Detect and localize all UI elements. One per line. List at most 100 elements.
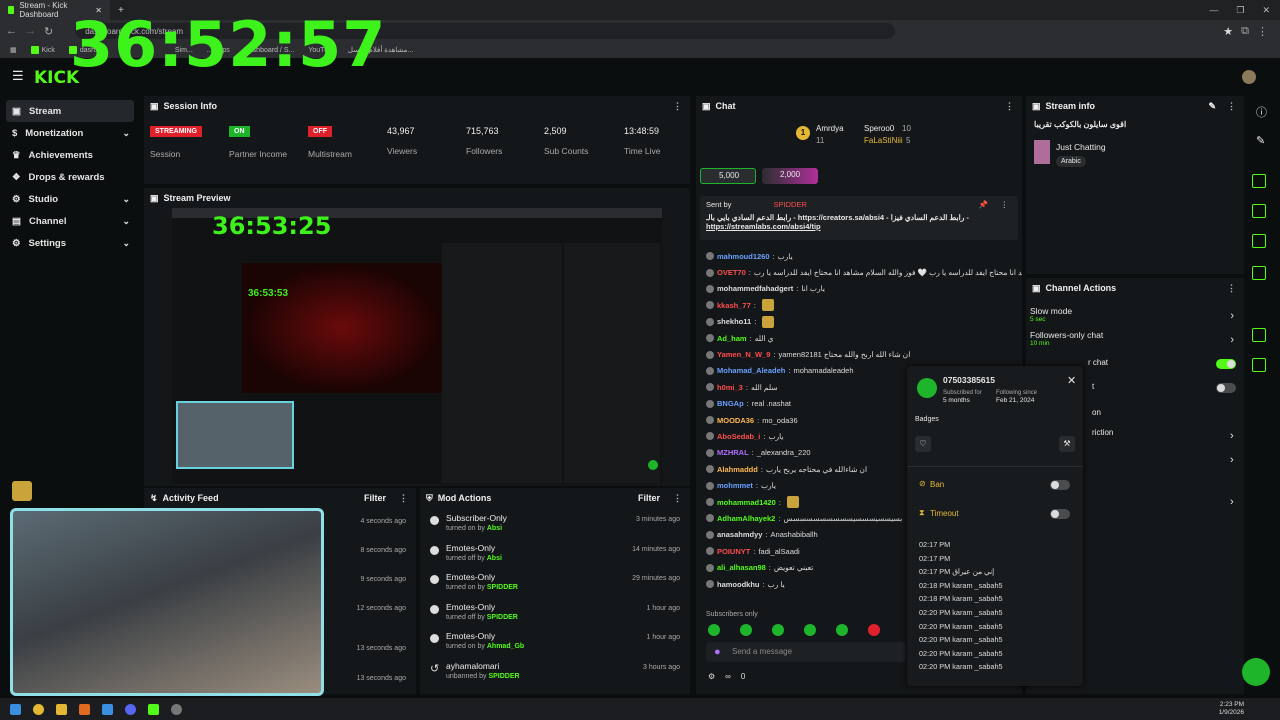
more-icon[interactable]: ⋮ [673, 101, 682, 112]
settings-icon[interactable]: ⚙ [708, 672, 715, 681]
chat-text: يارب [760, 481, 776, 491]
chat-username[interactable]: mohammedfahadgert [717, 284, 793, 293]
ban-toggle[interactable] [1050, 480, 1070, 490]
mod-button[interactable]: ⚒ [1059, 436, 1075, 452]
forward-icon[interactable]: → [25, 25, 36, 37]
pin-icon[interactable]: 📌 [979, 200, 988, 209]
chat-username[interactable]: kkash_77 [717, 301, 751, 310]
discord-icon[interactable] [125, 703, 136, 715]
chevron-right-icon[interactable]: › [1230, 454, 1234, 466]
chrome-icon[interactable] [33, 703, 44, 715]
extensions-icon[interactable]: ⧉ [1241, 25, 1249, 38]
action-row-6[interactable]: riction [1092, 428, 1113, 437]
chat-username[interactable]: Mohamad_Aleadeh [717, 366, 785, 375]
lightning-icon[interactable] [1252, 204, 1266, 218]
timeout-toggle[interactable] [1050, 509, 1070, 519]
user-avatar [917, 378, 937, 398]
gift-pill-a[interactable]: 5,000 [700, 168, 756, 184]
info-icon[interactable]: ⓘ [1256, 104, 1267, 120]
pinned-link[interactable]: https://streamlabs.com/absi4/tip [706, 222, 1012, 231]
chat-username[interactable]: MOODA36 [717, 416, 754, 425]
more-icon[interactable]: ⋮ [1227, 283, 1236, 294]
sidebar-item-drops[interactable]: ❖ Drops & rewards [0, 166, 140, 188]
chat-username[interactable]: Ad_ham [717, 334, 747, 343]
more-icon[interactable]: ⋮ [1227, 101, 1236, 112]
maximize-icon[interactable]: ❐ [1236, 5, 1244, 16]
chat-username[interactable]: BNGAp [717, 399, 744, 408]
chat-username[interactable]: anasahmdyy [717, 530, 762, 539]
stream-video[interactable]: 36:53:25 36:53:53 [172, 208, 662, 484]
chat-username[interactable]: ali_alhasan98 [717, 563, 766, 572]
user-avatar-icon [706, 432, 714, 441]
toggle-switch[interactable] [1216, 359, 1236, 369]
chat-bubble-icon[interactable] [1252, 266, 1266, 280]
close-icon[interactable]: ✕ [1067, 374, 1076, 387]
bookmark[interactable]: Kick [30, 46, 55, 54]
obs-icon[interactable] [171, 703, 182, 715]
chat-username[interactable]: OVET70 [717, 268, 746, 277]
app-icon[interactable] [148, 703, 159, 715]
chevron-right-icon[interactable]: › [1230, 430, 1234, 442]
more-icon[interactable]: ⋮ [1001, 200, 1009, 209]
chat-username[interactable]: mahmoud1260 [717, 252, 770, 261]
filter-button[interactable]: Filter [638, 493, 660, 503]
chat-username[interactable]: shekho11 [717, 317, 751, 326]
sidebar-item-monetization[interactable]: $ Monetization ⌄ [0, 122, 140, 144]
edit-icon[interactable]: ✎ [1256, 134, 1265, 147]
chat-username[interactable]: POIUNYT [717, 547, 750, 556]
heart-button[interactable]: ♡ [915, 436, 931, 452]
panel-toggle-icon[interactable] [1252, 174, 1266, 188]
chat-input[interactable]: Send a message [706, 642, 906, 662]
filter-button[interactable]: Filter [364, 493, 386, 503]
menu-icon[interactable]: ⋮ [1257, 25, 1274, 38]
chat-username[interactable]: Alahmaddd [717, 465, 758, 474]
app-icon[interactable] [102, 703, 113, 715]
sidebar-item-channel[interactable]: ▤ Channel ⌄ [0, 210, 140, 232]
infinity-icon[interactable]: ∞ [725, 672, 731, 681]
gift-pill-b[interactable]: 2,000 [762, 168, 818, 184]
close-window-icon[interactable]: ✕ [1262, 5, 1270, 16]
action-row-5[interactable]: on [1092, 408, 1101, 417]
action-row-4[interactable]: t [1092, 382, 1094, 391]
chat-username[interactable]: MZHRAL [717, 448, 749, 457]
windows-start-icon[interactable] [10, 703, 21, 715]
hamburger-icon[interactable]: ☰ [12, 68, 24, 84]
edit-icon[interactable]: ✎ [1208, 101, 1216, 112]
chat-username[interactable]: mohmmet [717, 481, 753, 490]
chat-username[interactable]: Yamen_N_W_9 [717, 350, 770, 359]
avatar[interactable] [1242, 70, 1256, 84]
chat-username[interactable]: mohammad1420 [717, 498, 776, 507]
action-slow-mode[interactable]: Slow mode 5 sec › [1030, 306, 1240, 328]
mic-icon[interactable]: ● [714, 646, 721, 658]
sidebar-item-achievements[interactable]: ♛ Achievements [0, 144, 140, 166]
sidebar-item-settings[interactable]: ⚙ Settings ⌄ [0, 232, 140, 254]
support-button[interactable] [1242, 658, 1270, 686]
more-icon[interactable]: ⋮ [1005, 101, 1014, 112]
back-icon[interactable]: ← [6, 25, 17, 37]
broadcast-icon[interactable] [1252, 296, 1266, 310]
more-icon[interactable]: ⋮ [673, 493, 682, 504]
chat-username[interactable]: hamoodkhu [717, 580, 760, 589]
toggle-switch[interactable] [1216, 383, 1236, 393]
wrench-icon[interactable] [1252, 358, 1266, 372]
reload-icon[interactable]: ↻ [44, 25, 53, 38]
chat-username[interactable]: AdhamAlhayek2 [717, 514, 775, 523]
chevron-right-icon[interactable]: › [1230, 496, 1234, 508]
more-icon[interactable]: ⋮ [399, 493, 408, 504]
action-followers-only[interactable]: Followers-only chat 10 min › [1030, 330, 1240, 352]
star-icon[interactable]: ★ [1223, 25, 1233, 38]
folder-icon[interactable] [56, 703, 67, 715]
minimize-icon[interactable]: — [1209, 5, 1218, 16]
user-name[interactable]: 07503385615 [943, 375, 995, 385]
apps-icon[interactable]: ▦ [10, 46, 17, 54]
layout-icon[interactable] [1252, 328, 1266, 342]
trophy-icon: ♛ [12, 149, 21, 161]
chat-username[interactable]: h0mi_3 [717, 383, 743, 392]
badges-label: Badges [915, 416, 939, 423]
category-name[interactable]: Just Chatting [1056, 142, 1106, 152]
sidebar-item-stream[interactable]: ▣ Stream [6, 100, 134, 122]
chat-username[interactable]: AboSedab_i [717, 432, 760, 441]
document-icon[interactable] [1252, 234, 1266, 248]
app-icon[interactable] [79, 703, 90, 715]
sidebar-item-studio[interactable]: ⚙ Studio ⌄ [0, 188, 140, 210]
